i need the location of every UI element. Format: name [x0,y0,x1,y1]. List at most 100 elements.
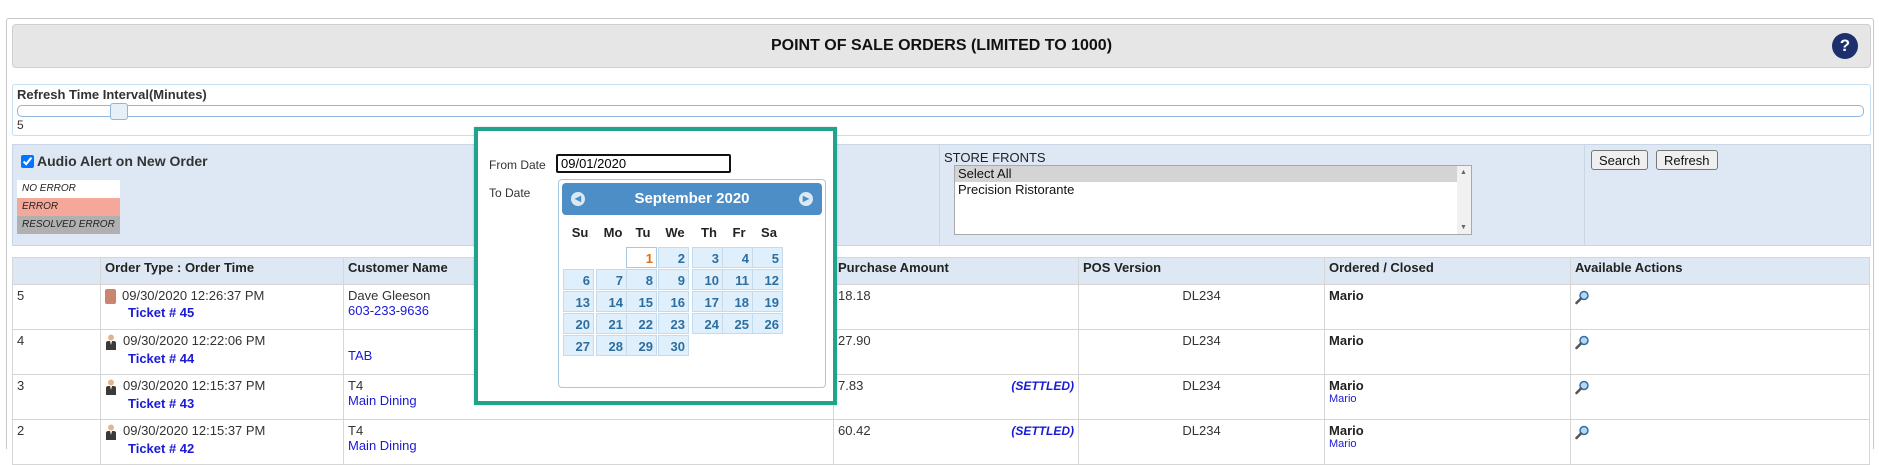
calendar-day[interactable]: 15 [626,291,657,312]
refresh-interval-value: 5 [17,118,24,132]
table-row[interactable]: 2 09/30/2020 12:15:37 PM Ticket # 42 T4 Ma… [12,419,1871,465]
customer-cell: T4 Main Dining [342,419,835,465]
calendar-day[interactable]: 2 [658,247,689,268]
status-badge: (SETTLED) [1011,379,1075,393]
calendar-day[interactable]: 13 [563,291,594,312]
calendar-day[interactable]: 24 [692,313,723,334]
pos-version: DL234 [1078,419,1326,465]
calendar-day[interactable]: 22 [626,313,657,334]
actions-cell [1570,419,1871,465]
ticket-link[interactable]: Ticket # 43 [128,396,339,411]
amount-cell: 7.83 (SETTLED) [833,374,1080,420]
view-details-icon[interactable] [1575,335,1590,353]
pos-terminal-icon [105,289,116,305]
view-details-icon[interactable] [1575,425,1590,443]
calendar-day[interactable]: 9 [658,269,689,290]
help-icon[interactable]: ? [1832,33,1858,59]
closed-by: Mario [1329,393,1357,405]
column-header-order-time: Order Type : Order Time [100,257,344,285]
audio-alert-toggle[interactable]: Audio Alert on New Order [21,153,208,169]
order-time: 09/30/2020 12:26:37 PM [122,288,265,303]
calendar-day[interactable]: 20 [563,313,594,334]
calendar-day[interactable]: 14 [596,291,627,312]
refresh-interval-slider[interactable] [17,103,1864,120]
calendar-day[interactable]: 10 [692,269,723,290]
customer-detail-link[interactable]: Main Dining [348,438,417,453]
calendar-day[interactable]: 12 [752,269,783,290]
order-time-cell: 09/30/2020 12:22:06 PM Ticket # 44 [100,329,344,375]
purchase-amount: 27.90 [838,333,871,348]
row-number: 3 [12,374,101,420]
column-divider [1584,145,1585,245]
ticket-link[interactable]: Ticket # 42 [128,441,339,456]
customer-detail-link[interactable]: Main Dining [348,393,417,408]
calendar-day[interactable]: 16 [658,291,689,312]
table-row[interactable]: 5 09/30/2020 12:26:37 PM Ticket # 45 Dave… [12,284,1871,330]
audio-alert-label: Audio Alert on New Order [37,153,208,169]
calendar-day[interactable]: 8 [626,269,657,290]
view-details-icon[interactable] [1575,290,1590,308]
from-date-label: From Date [489,158,546,172]
calendar-day[interactable]: 18 [722,291,753,312]
refresh-button[interactable]: Refresh [1656,150,1718,170]
calendar-day[interactable]: 21 [596,313,627,334]
calendar-day[interactable]: 7 [596,269,627,290]
ordered-closed-cell: Mario Mario [1324,419,1572,465]
calendar-day[interactable]: 3 [692,247,723,268]
row-number: 2 [12,419,101,465]
store-option-select-all[interactable]: Select All [955,166,1471,182]
column-header-pos: POS Version [1078,257,1326,285]
audio-alert-checkbox[interactable] [21,154,34,168]
ticket-link[interactable]: Ticket # 45 [128,305,339,320]
search-button[interactable]: Search [1591,150,1649,170]
amount-cell: 27.90 [833,329,1080,375]
column-header-amount: Purchase Amount [833,257,1080,285]
calendar-day[interactable]: 27 [563,335,594,356]
calendar-day[interactable]: 26 [752,313,783,334]
prev-month-icon[interactable]: ◀ [571,192,585,206]
from-date-input[interactable] [556,154,731,173]
calendar-day[interactable]: 25 [722,313,753,334]
ordered-by: Mario [1329,378,1364,393]
table-header-row: Order Type : Order Time Customer Name Pu… [12,257,1871,285]
calendar-day[interactable]: 1 [626,247,657,268]
calendar-day[interactable]: 5 [752,247,783,268]
ordered-by: Mario [1329,288,1364,303]
next-month-icon[interactable]: ▶ [799,192,813,206]
calendar-day[interactable]: 28 [596,335,627,356]
listbox-scrollbar[interactable]: ▲ ▼ [1457,166,1471,234]
purchase-amount: 18.18 [838,288,871,303]
scroll-up-icon[interactable]: ▲ [1460,169,1467,176]
purchase-amount: 7.83 [838,378,864,393]
day-of-week-header: We [665,225,685,240]
view-details-icon[interactable] [1575,380,1590,398]
table-row[interactable]: 3 09/30/2020 12:15:37 PM Ticket # 43 T4 Ma… [12,374,1871,420]
calendar-day[interactable]: 17 [692,291,723,312]
customer-detail-link[interactable]: TAB [348,348,372,363]
amount-cell: 18.18 [833,284,1080,330]
customer-name: T4 [348,423,364,438]
scroll-down-icon[interactable]: ▼ [1460,224,1467,231]
calendar-day[interactable]: 23 [658,313,689,334]
column-header-ordered-closed: Ordered / Closed [1324,257,1572,285]
calendar-day[interactable]: 6 [563,269,594,290]
pos-version: DL234 [1078,374,1326,420]
actions-cell [1570,284,1871,330]
calendar-day[interactable]: 11 [722,269,753,290]
column-divider [939,145,940,245]
store-fronts-listbox[interactable]: Select All Precision Ristorante ▲ ▼ [954,165,1472,235]
calendar-day[interactable]: 30 [658,335,689,356]
calendar-day[interactable]: 19 [752,291,783,312]
store-option[interactable]: Precision Ristorante [955,182,1471,198]
calendar-day[interactable]: 29 [626,335,657,356]
calendar-header: ◀ September 2020 ▶ [562,183,822,215]
ticket-link[interactable]: Ticket # 44 [128,351,339,366]
order-time-cell: 09/30/2020 12:15:37 PM Ticket # 42 [100,419,344,465]
customer-detail-link[interactable]: 603-233-9636 [348,303,429,318]
table-row[interactable]: 4 09/30/2020 12:22:06 PM Ticket # 44 TAB … [12,329,1871,375]
column-header-actions: Available Actions [1570,257,1871,285]
calendar-day[interactable]: 4 [722,247,753,268]
waiter-icon [106,379,116,395]
slider-handle[interactable] [110,103,128,120]
day-of-week-header: Mo [603,225,623,240]
